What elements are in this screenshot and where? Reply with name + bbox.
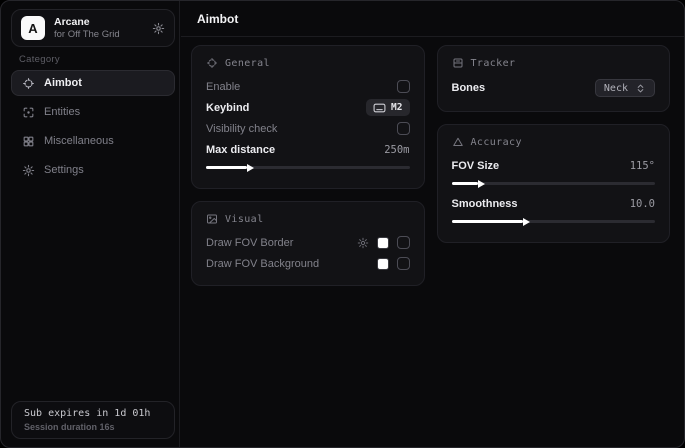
visual-card-header: Visual — [206, 210, 410, 228]
row-controls — [357, 236, 410, 249]
setting-row-draw-fov-background: Draw FOV Background — [206, 253, 410, 274]
setting-label: Draw FOV Background — [206, 258, 319, 270]
setting-label: FOV Size — [452, 160, 500, 172]
setting-row-draw-fov-border: Draw FOV Border — [206, 232, 410, 253]
max-distance-slider[interactable] — [206, 166, 410, 169]
draw-fov-border-checkbox[interactable] — [397, 236, 410, 249]
slider-thumb[interactable] — [247, 164, 254, 172]
app-title-block: Arcane for Off The Grid — [54, 16, 152, 41]
row-settings-gear-icon[interactable] — [357, 237, 369, 249]
bones-select[interactable]: Neck — [595, 79, 655, 97]
sidebar-nav: Aimbot Entities — [11, 70, 175, 183]
content: General Enable Keybind — [181, 37, 684, 286]
app-logo: A — [21, 16, 45, 40]
bones-selected-value: Neck — [604, 83, 628, 94]
image-icon — [206, 213, 218, 225]
visibility-check-checkbox[interactable] — [397, 122, 410, 135]
setting-label: Max distance — [206, 144, 275, 156]
draw-fov-background-checkbox[interactable] — [397, 257, 410, 270]
card-title: Tracker — [471, 58, 516, 69]
smoothness-slider[interactable] — [452, 220, 656, 223]
keybind-value: M2 — [391, 102, 402, 113]
setting-label: Enable — [206, 81, 240, 93]
left-column: General Enable Keybind — [191, 45, 425, 286]
crosshair-icon — [206, 57, 218, 69]
app-logo-card: A Arcane for Off The Grid — [11, 9, 175, 47]
card-title: Visual — [225, 214, 264, 225]
setting-row-fov-size: FOV Size 115° — [452, 155, 656, 176]
keybind-button[interactable]: M2 — [366, 99, 409, 116]
sidebar-item-entities[interactable]: Entities — [11, 99, 175, 125]
subscription-info-card: Sub expires in 1d 01h Session duration 1… — [11, 401, 175, 439]
triangle-icon — [452, 136, 464, 148]
fov-border-color-swatch[interactable] — [377, 237, 389, 249]
card-title: Accuracy — [471, 137, 522, 148]
accuracy-card-header: Accuracy — [452, 133, 656, 151]
app-name: Arcane — [54, 16, 152, 29]
sidebar: A Arcane for Off The Grid Category — [1, 1, 180, 447]
main-area: Aimbot General — [181, 1, 684, 447]
setting-row-max-distance: Max distance 250m — [206, 139, 410, 160]
sub-expiry-text: Sub expires in 1d 01h — [24, 407, 162, 421]
settings-gear-icon[interactable] — [152, 22, 165, 35]
setting-row-enable: Enable — [206, 76, 410, 97]
card-title: General — [225, 58, 270, 69]
slider-fill — [206, 166, 247, 169]
session-duration-text: Session duration 16s — [24, 421, 162, 433]
sidebar-item-miscellaneous[interactable]: Miscellaneous — [11, 128, 175, 154]
sidebar-item-label: Aimbot — [44, 77, 82, 89]
slider-fill — [452, 182, 478, 185]
right-column: Tracker Bones Neck — [437, 45, 671, 286]
setting-row-bones: Bones Neck — [452, 76, 656, 100]
max-distance-value: 250m — [384, 144, 409, 156]
sidebar-item-label: Entities — [44, 106, 80, 118]
setting-row-keybind: Keybind M2 — [206, 97, 410, 118]
sidebar-item-settings[interactable]: Settings — [11, 157, 175, 183]
tracker-card: Tracker Bones Neck — [437, 45, 671, 112]
slider-thumb[interactable] — [523, 218, 530, 226]
setting-label: Bones — [452, 82, 486, 94]
gear-icon — [22, 164, 35, 177]
slider-fill — [452, 220, 523, 223]
tracker-card-header: Tracker — [452, 54, 656, 72]
category-label: Category — [19, 54, 60, 65]
sidebar-item-label: Miscellaneous — [44, 135, 114, 147]
general-card: General Enable Keybind — [191, 45, 425, 189]
main-header: Aimbot — [181, 1, 684, 37]
app-window: A Arcane for Off The Grid Category — [0, 0, 685, 448]
general-card-header: General — [206, 54, 410, 72]
page-title: Aimbot — [197, 12, 238, 26]
slider-thumb[interactable] — [478, 180, 485, 188]
setting-label: Smoothness — [452, 198, 518, 210]
tracker-icon — [452, 57, 464, 69]
setting-row-smoothness: Smoothness 10.0 — [452, 193, 656, 214]
grid-icon — [22, 135, 35, 148]
sidebar-item-aimbot[interactable]: Aimbot — [11, 70, 175, 96]
keyboard-icon — [373, 103, 386, 113]
fov-background-color-swatch[interactable] — [377, 258, 389, 270]
visual-card: Visual Draw FOV Border — [191, 201, 425, 286]
setting-label: Visibility check — [206, 123, 277, 135]
fov-size-value: 115° — [630, 160, 655, 172]
smoothness-value: 10.0 — [630, 198, 655, 210]
app-subtitle: for Off The Grid — [54, 29, 152, 41]
sidebar-item-label: Settings — [44, 164, 84, 176]
setting-row-visibility-check: Visibility check — [206, 118, 410, 139]
row-controls — [377, 257, 410, 270]
accuracy-card: Accuracy FOV Size 115° Smoothness 10.0 — [437, 124, 671, 243]
crosshair-icon — [22, 77, 35, 90]
enable-checkbox[interactable] — [397, 80, 410, 93]
chevrons-up-down-icon — [635, 83, 646, 94]
setting-label: Draw FOV Border — [206, 237, 293, 249]
setting-label: Keybind — [206, 102, 249, 114]
scan-icon — [22, 106, 35, 119]
fov-size-slider[interactable] — [452, 182, 656, 185]
